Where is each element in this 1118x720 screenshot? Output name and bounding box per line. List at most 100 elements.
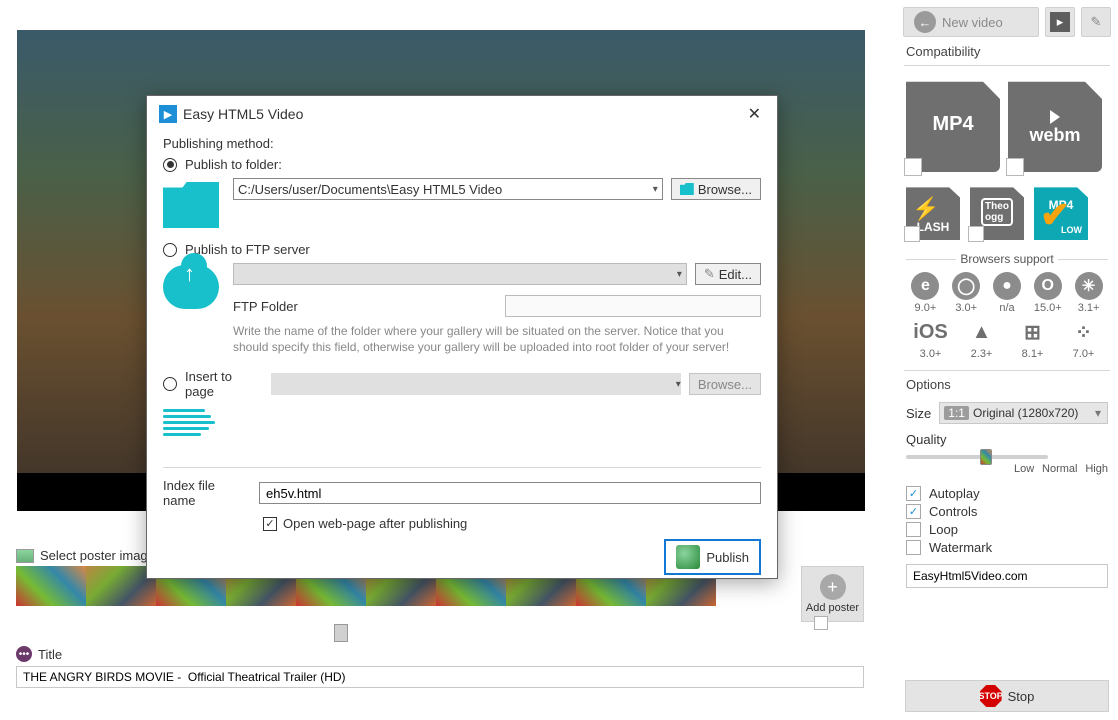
size-label: Size bbox=[906, 406, 931, 421]
quality-label: Quality bbox=[906, 432, 946, 447]
ios-icon: iOS bbox=[917, 318, 945, 346]
publishing-method-label: Publishing method: bbox=[163, 136, 761, 151]
ftp-edit-button[interactable]: ✎Edit... bbox=[695, 263, 761, 285]
controls-checkbox[interactable]: ✓ bbox=[906, 504, 921, 519]
ftp-folder-input[interactable] bbox=[505, 295, 761, 317]
slider-thumb[interactable] bbox=[980, 449, 992, 465]
publish-label: Publish bbox=[706, 550, 749, 565]
poster-checkbox[interactable] bbox=[814, 616, 828, 630]
publish-button[interactable]: Publish bbox=[664, 539, 761, 575]
pencil-icon: ✎ bbox=[1086, 12, 1106, 32]
publish-folder-label: Publish to folder: bbox=[185, 157, 282, 172]
ie-icon: e bbox=[911, 272, 939, 300]
folder-path-select[interactable]: C:/Users/user/Documents\Easy HTML5 Video… bbox=[233, 178, 663, 200]
stop-button[interactable]: STOP Stop bbox=[905, 680, 1109, 712]
ios-version: 3.0+ bbox=[906, 348, 955, 360]
size-select[interactable]: 1:1 Original (1280x720) ▾ bbox=[939, 402, 1108, 424]
add-poster-button[interactable]: + Add poster bbox=[801, 566, 864, 622]
chevron-down-icon: ▾ bbox=[676, 379, 681, 390]
windows-icon: ⊞ bbox=[1019, 318, 1047, 346]
opera-icon: O bbox=[1034, 272, 1062, 300]
folder-small-icon bbox=[680, 183, 694, 195]
pencil-icon: ✎ bbox=[704, 266, 715, 282]
add-poster-label: Add poster bbox=[806, 602, 859, 614]
insert-page-label: Insert to page bbox=[185, 369, 263, 399]
ftp-server-select[interactable]: ▾ bbox=[233, 263, 687, 285]
android-version: 2.3+ bbox=[957, 348, 1006, 360]
watermark-label: Watermark bbox=[929, 540, 992, 555]
opera-version: 15.0+ bbox=[1028, 302, 1067, 314]
plus-icon: + bbox=[820, 574, 846, 600]
insert-page-select[interactable]: ▾ bbox=[271, 373, 681, 395]
controls-label: Controls bbox=[929, 504, 977, 519]
size-value: Original (1280x720) bbox=[973, 406, 1078, 420]
insert-page-radio[interactable] bbox=[163, 377, 177, 391]
ie-version: 9.0+ bbox=[906, 302, 945, 314]
title-icon: ••• bbox=[16, 646, 32, 662]
poster-scroll-slider[interactable] bbox=[16, 628, 864, 634]
android-icon: ▲ bbox=[968, 318, 996, 346]
chrome-version: 3.0+ bbox=[947, 302, 986, 314]
stop-icon: STOP bbox=[980, 685, 1002, 707]
firefox-icon: ✳ bbox=[1075, 272, 1103, 300]
format-tile-mp4low[interactable]: MP4✔LOW bbox=[1034, 184, 1088, 240]
format-webm-checkbox[interactable] bbox=[1006, 158, 1024, 176]
format-mp4-checkbox[interactable] bbox=[904, 158, 922, 176]
select-poster-label: Select poster image bbox=[40, 548, 155, 563]
quality-high-label: High bbox=[1085, 463, 1108, 475]
loop-label: Loop bbox=[929, 522, 958, 537]
firefox-version: 3.1+ bbox=[1069, 302, 1108, 314]
cloud-upload-icon: ↑ bbox=[163, 265, 219, 309]
close-button[interactable]: ✕ bbox=[744, 104, 765, 124]
globe-icon bbox=[676, 545, 700, 569]
poster-image-icon bbox=[16, 549, 34, 563]
title-label: Title bbox=[38, 647, 62, 662]
autoplay-label: Autoplay bbox=[929, 486, 980, 501]
loop-checkbox[interactable] bbox=[906, 522, 921, 537]
chrome-icon: ◯ bbox=[952, 272, 980, 300]
index-filename-input[interactable] bbox=[259, 482, 761, 504]
app-icon: ▶ bbox=[159, 105, 177, 123]
new-video-button[interactable]: ← New video bbox=[903, 7, 1039, 37]
browsers-support-label: Browsers support bbox=[906, 252, 1108, 266]
size-ratio-badge: 1:1 bbox=[944, 406, 969, 420]
slider-thumb[interactable] bbox=[334, 624, 348, 642]
browse-page-button[interactable]: Browse... bbox=[689, 373, 761, 395]
blackberry-icon: ⁘ bbox=[1070, 318, 1098, 346]
browse-folder-button[interactable]: Browse... bbox=[671, 178, 761, 200]
windows-version: 8.1+ bbox=[1008, 348, 1057, 360]
watermark-checkbox[interactable] bbox=[906, 540, 921, 555]
blackberry-version: 7.0+ bbox=[1059, 348, 1108, 360]
compatibility-label: Compatibility bbox=[896, 44, 1118, 63]
autoplay-checkbox[interactable]: ✓ bbox=[906, 486, 921, 501]
open-after-checkbox[interactable]: ✓ bbox=[263, 517, 277, 531]
film-play-icon: ▸ bbox=[1050, 12, 1070, 32]
quality-low-label: Low bbox=[1014, 463, 1034, 475]
poster-thumb[interactable] bbox=[16, 566, 86, 606]
publish-folder-radio[interactable] bbox=[163, 158, 177, 172]
publish-ftp-radio[interactable] bbox=[163, 243, 177, 257]
format-flash-checkbox[interactable] bbox=[904, 226, 920, 242]
edit-button[interactable]: ✎ bbox=[1081, 7, 1111, 37]
options-label: Options bbox=[896, 377, 1118, 396]
watermark-input[interactable] bbox=[906, 564, 1108, 588]
format-ogg-checkbox[interactable] bbox=[968, 226, 984, 242]
play-preview-button[interactable]: ▸ bbox=[1045, 7, 1075, 37]
play-icon bbox=[1050, 110, 1060, 124]
chevron-down-icon: ▾ bbox=[677, 269, 682, 280]
stop-label: Stop bbox=[1008, 689, 1035, 704]
quality-slider[interactable] bbox=[906, 455, 1048, 459]
index-filename-label: Index file name bbox=[163, 478, 249, 508]
chevron-down-icon: ▾ bbox=[653, 184, 658, 195]
page-lines-icon bbox=[163, 407, 219, 453]
publish-ftp-label: Publish to FTP server bbox=[185, 242, 310, 257]
quality-normal-label: Normal bbox=[1042, 463, 1077, 475]
new-video-label: New video bbox=[942, 15, 1003, 30]
title-input[interactable] bbox=[16, 666, 864, 688]
dialog-title: Easy HTML5 Video bbox=[183, 106, 303, 122]
back-arrow-icon: ← bbox=[914, 11, 936, 33]
folder-icon bbox=[163, 182, 219, 228]
safari-version: n/a bbox=[988, 302, 1027, 314]
open-after-label: Open web-page after publishing bbox=[283, 516, 467, 531]
ftp-hint: Write the name of the folder where your … bbox=[233, 323, 761, 355]
